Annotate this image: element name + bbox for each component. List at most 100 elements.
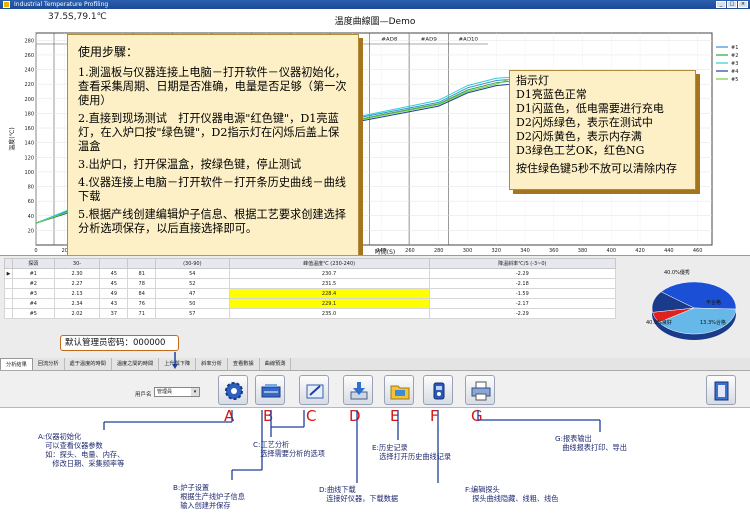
x-tick-label: 360	[549, 248, 559, 254]
report-output-button[interactable]	[465, 375, 495, 405]
tab-time-between-temperatures[interactable]: 溫度之間的時間	[112, 358, 160, 370]
chart-title: 温度曲線圖—Demo	[334, 17, 416, 27]
table-row[interactable]: #3 2.13 49 84 47 228.4 -1.59	[4, 288, 617, 299]
close-button[interactable]: ×	[738, 1, 748, 8]
x-axis-label: 時間(S)	[375, 248, 396, 255]
table-cell: 84	[127, 288, 157, 299]
legend-label: #5	[731, 77, 738, 83]
probe-cell: #5	[12, 308, 55, 319]
edit-analysis-icon	[306, 384, 324, 399]
column-header[interactable]: 30-	[53, 258, 101, 269]
table-row[interactable]: #5 2.02 37 71 57 235.0 -2.29	[4, 308, 617, 319]
callout-a: A:仪器初始化 可以查看仪器参数 如：探头、电量、内存、 修改日期、采集频率等	[38, 432, 124, 468]
tab-view-data[interactable]: 查看數據	[228, 358, 260, 370]
table-row[interactable]: ▶ #1 2.30 45 81 54 230.7 -2.29	[4, 268, 617, 279]
y-axis-label: 溫度(℃)	[8, 127, 16, 150]
pie-slice-label: 40.0%良好	[646, 319, 672, 326]
callout-g: G:报表输出 曲线报表打印、导出	[555, 434, 627, 452]
minimize-button[interactable]: _	[716, 1, 726, 8]
y-tick-label: 100	[24, 170, 34, 176]
y-tick-label: 120	[24, 155, 34, 161]
curve-download-button[interactable]	[343, 375, 373, 405]
column-header[interactable]	[127, 258, 157, 269]
pie-slice-label: 40.0%優秀	[664, 269, 690, 276]
tab-reflow-analysis[interactable]: 回流分析	[33, 358, 65, 370]
callout-line: G:报表输出	[555, 434, 592, 443]
legend-label: #1	[731, 45, 738, 51]
tab-time-at-temperature[interactable]: 處于溫度的時間	[65, 358, 112, 370]
quality-pie-chart[interactable]: 40.0%優秀 40.0%良好 不合格 13.3%合格	[640, 268, 748, 352]
zone-label: #AD10	[458, 37, 478, 43]
maximize-button[interactable]: □	[727, 1, 737, 8]
x-tick-label: 460	[693, 248, 703, 254]
cooling-slope-cell: -2.29	[428, 308, 617, 319]
table-cell: 2.13	[53, 288, 101, 299]
zone-label: #AD9	[421, 37, 438, 43]
row-selector	[4, 298, 13, 309]
table-cell: 76	[127, 298, 157, 309]
edit-probe-button[interactable]	[423, 375, 453, 405]
table-cell: 47	[155, 288, 230, 299]
callout-c: C:工艺分析 选择需要分析的选项	[253, 440, 325, 458]
history-record-button[interactable]	[384, 375, 414, 405]
column-header[interactable]: 峰值溫度℃ (230-240)	[228, 258, 430, 269]
oven-settings-button[interactable]	[255, 375, 285, 405]
probe-results-table[interactable]: 探頭 30- (30-90) 峰值溫度℃ (230-240) 降溫斜率℃/S (…	[4, 258, 617, 319]
y-tick-label: 160	[24, 126, 34, 132]
row-selector	[4, 278, 13, 289]
peak-temp-cell: 231.5	[228, 278, 430, 289]
row-selector: ▶	[4, 268, 13, 279]
cooling-slope-cell: -2.18	[428, 278, 617, 289]
table-row[interactable]: #2 2.27 45 78 52 231.5 -2.18	[4, 278, 617, 289]
usage-step: 2.直接到现场测试 打开仪器电源"红色键"，D1亮蓝灯，在入炉口按"绿色键"，D…	[78, 112, 340, 153]
callout-line: E:历史记录	[372, 443, 408, 452]
indicator-line: D1亮蓝色正常	[516, 88, 587, 101]
cooling-slope-cell: -2.29	[428, 268, 617, 279]
table-cell: 49	[99, 288, 129, 299]
pie-slice-label: 不合格	[706, 299, 721, 306]
column-header[interactable]: 降溫斜率℃/S (-3~0)	[428, 258, 617, 269]
legend-label: #2	[731, 53, 738, 59]
y-tick-label: 240	[24, 68, 34, 74]
legend-label: #3	[731, 61, 738, 67]
tab-analysis-result[interactable]: 分析結果	[0, 358, 33, 370]
column-header[interactable]: 探頭	[12, 258, 55, 269]
device-init-button[interactable]	[218, 375, 248, 405]
tab-slope-analysis[interactable]: 斜率分析	[196, 358, 228, 370]
zone-label: #AD8	[381, 37, 398, 43]
x-tick-label: 280	[434, 248, 444, 254]
indicator-line: 指示灯	[516, 74, 549, 87]
indicator-line: D3绿色工艺OK，红色NG	[516, 144, 645, 157]
process-analysis-button[interactable]	[299, 375, 329, 405]
exit-button[interactable]	[706, 375, 736, 405]
label-f: F	[430, 407, 439, 425]
callout-line: B:炉子设置	[173, 483, 210, 492]
usage-steps-note: 使用步驟： 1.測溫板与仪器连接上电脑－打开软件－仪器初始化，查看采集周期、日期…	[67, 34, 359, 262]
y-tick-label: 40	[28, 214, 34, 220]
label-d: D	[349, 407, 361, 425]
peak-temp-cell: 229.1	[228, 298, 430, 309]
table-cell: 2.30	[53, 268, 101, 279]
callout-d: D:曲线下载 连接好仪器，下载数据	[319, 485, 398, 503]
table-cell: 57	[155, 308, 230, 319]
tab-rise-and-fall[interactable]: 上升與下降	[159, 358, 197, 370]
usage-step: 5.根据产线创建编辑炉子信息、根据工艺要求创建选择分析选项保存，以后直接选择即可…	[78, 208, 346, 235]
table-cell: 43	[99, 298, 129, 309]
title-bar: Industrial Temperature Profiling _ □ ×	[0, 0, 750, 9]
user-select[interactable]: 管理員 ▾	[154, 387, 200, 397]
app-icon	[3, 1, 10, 8]
tab-curve-prediction[interactable]: 曲線預測	[260, 358, 292, 370]
indicator-light-note: 指示灯 D1亮蓝色正常 D1闪蓝色，低电需要进行充电 D2闪烁绿色，表示在测试中…	[509, 70, 696, 190]
label-a: A	[224, 407, 235, 425]
table-cell: 45	[99, 268, 129, 279]
y-tick-label: 60	[28, 199, 34, 205]
indicator-line: D2闪烁黄色，表示内存满	[516, 130, 642, 143]
y-tick-label: 20	[28, 228, 34, 234]
download-icon	[350, 382, 368, 400]
column-header[interactable]	[99, 258, 129, 269]
table-row[interactable]: #4 2.34 43 76 50 229.1 -2.17	[4, 298, 617, 309]
table-cell: 52	[155, 278, 230, 289]
gear-icon	[225, 382, 243, 400]
row-selector-header	[4, 258, 13, 269]
column-header[interactable]: (30-90)	[155, 258, 230, 269]
